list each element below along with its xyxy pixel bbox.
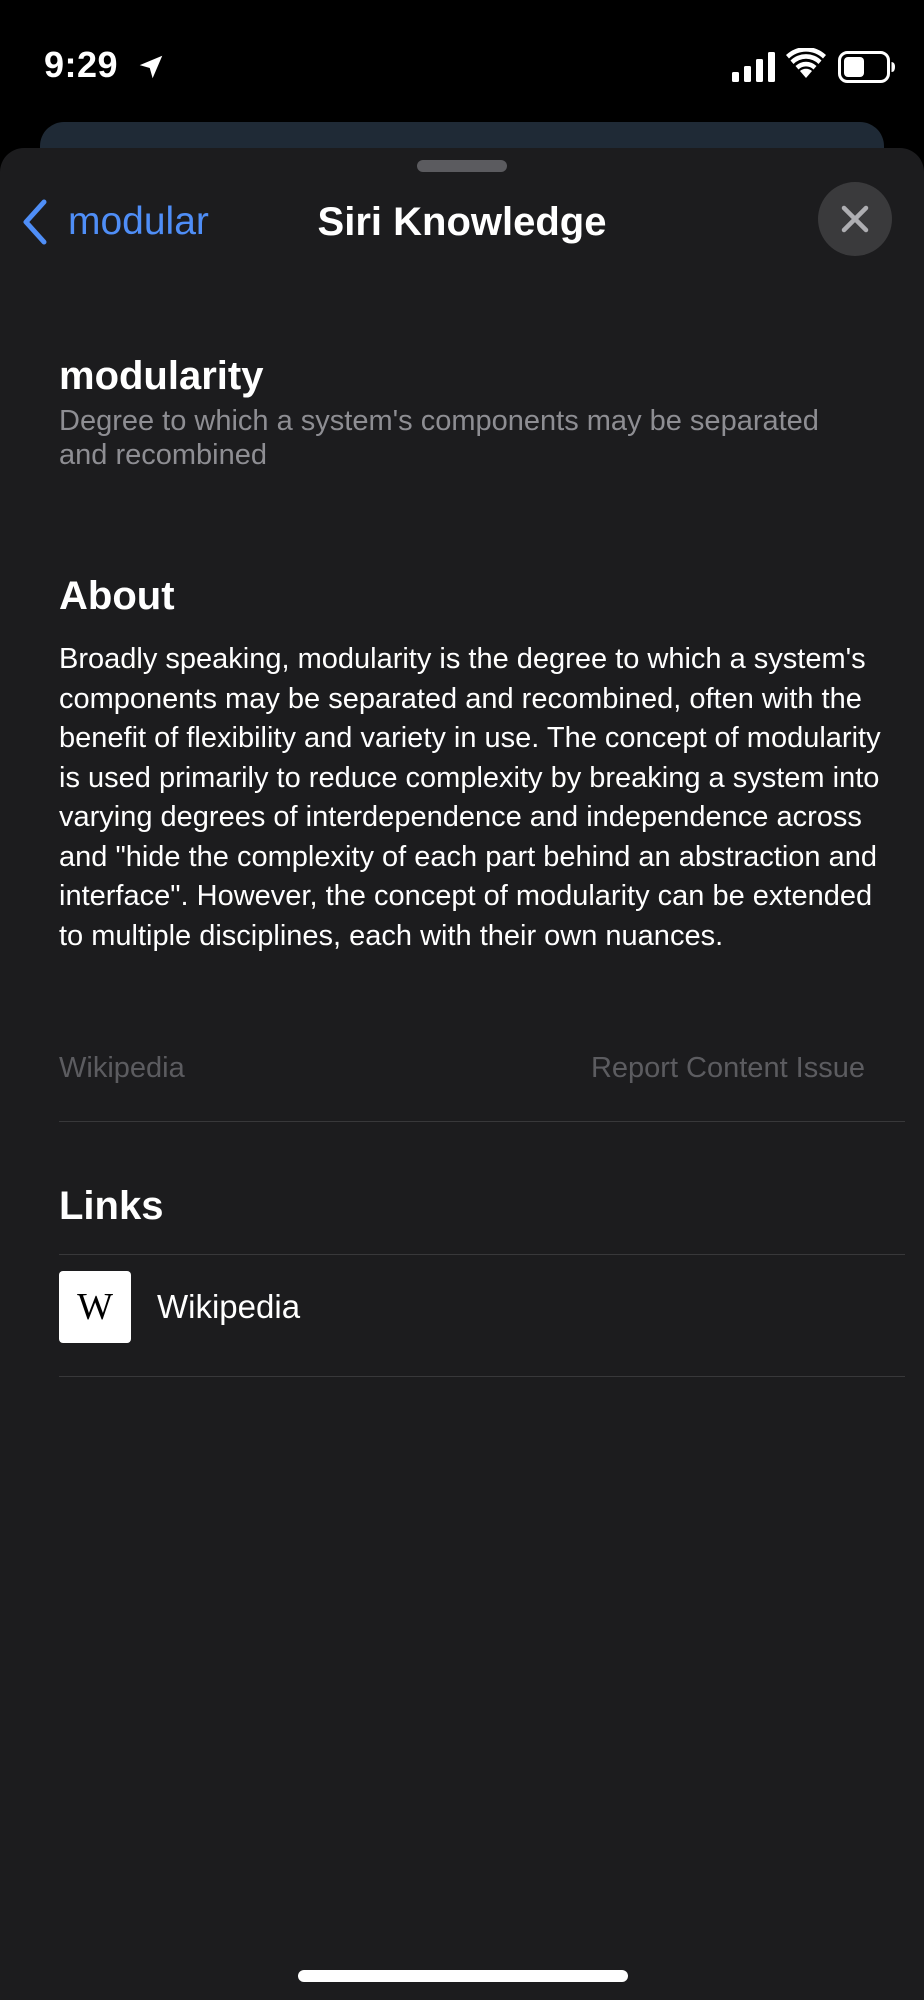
link-item-wikipedia[interactable]: W Wikipedia: [59, 1254, 905, 1360]
about-heading: About: [59, 574, 175, 618]
sheet-grabber[interactable]: [417, 160, 507, 172]
about-body: Broadly speaking, modularity is the degr…: [59, 643, 881, 952]
close-icon: [841, 205, 869, 233]
links-heading: Links: [59, 1184, 164, 1228]
wifi-icon: [786, 48, 826, 78]
divider: [59, 1376, 905, 1377]
close-button[interactable]: [818, 182, 892, 256]
source-link[interactable]: Wikipedia: [59, 1052, 185, 1085]
wikipedia-logo-icon: W: [59, 1271, 131, 1343]
report-content-issue-link[interactable]: Report Content Issue: [591, 1052, 865, 1085]
topic-subtitle: Degree to which a system's components ma…: [59, 405, 819, 471]
link-label: Wikipedia: [157, 1288, 301, 1325]
back-button[interactable]: modular: [20, 192, 209, 252]
status-bar: 9:29: [0, 0, 924, 120]
topic-title: modularity: [59, 354, 264, 398]
chevron-left-icon: [23, 199, 47, 245]
divider: [59, 1121, 905, 1122]
siri-knowledge-sheet: modular Siri Knowledge modularity Degree…: [0, 148, 924, 2000]
cellular-signal-icon: [732, 52, 775, 82]
home-indicator[interactable]: [298, 1970, 628, 1982]
back-label: modular: [68, 200, 209, 243]
battery-icon: [838, 51, 895, 83]
location-arrow-icon: [139, 55, 163, 79]
status-time: 9:29: [44, 44, 119, 85]
